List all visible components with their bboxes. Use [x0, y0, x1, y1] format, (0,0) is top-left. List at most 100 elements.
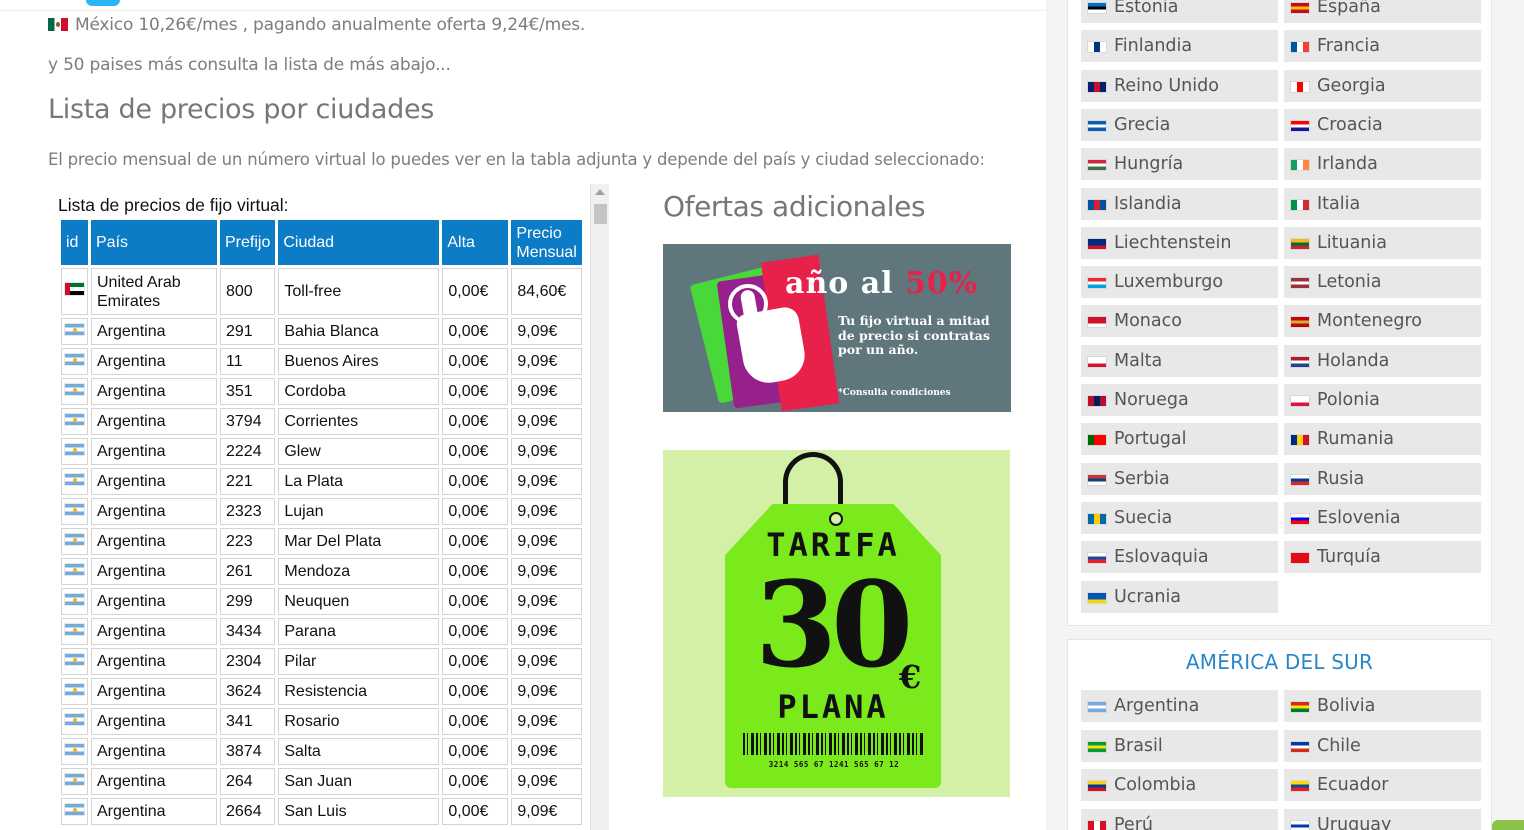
country-label: Perú: [1114, 814, 1153, 830]
country-label: Estonia: [1114, 0, 1179, 17]
country-link-ecuador[interactable]: Ecuador: [1284, 769, 1481, 801]
country-link-uruguay[interactable]: Uruguay: [1284, 808, 1481, 830]
country-link-monaco[interactable]: Monaco: [1081, 305, 1278, 338]
row-precio: 9,09€: [511, 768, 582, 795]
country-link-liechtenstein[interactable]: Liechtenstein: [1081, 226, 1278, 259]
monaco-flag-icon: [1087, 316, 1107, 329]
row-ciudad: Parana: [278, 618, 440, 645]
country-link-lithuania[interactable]: Lituania: [1284, 226, 1481, 259]
country-link-latvia[interactable]: Letonia: [1284, 266, 1481, 299]
barcode-digits: 3214 565 67 1241 565 67 12: [768, 760, 900, 769]
price-list-description: El precio mensual de un número virtual l…: [48, 150, 985, 169]
row-prefijo: 341: [220, 708, 276, 735]
chat-widget-tab[interactable]: [1492, 820, 1524, 830]
table-row: Argentina 2224 Glew 0,00€ 9,09€: [61, 438, 582, 465]
row-precio: 9,09€: [511, 318, 582, 345]
country-label: Letonia: [1317, 272, 1382, 293]
country-link-slovakia[interactable]: Eslovaquia: [1081, 541, 1278, 574]
price-table-iframe[interactable]: Lista de precios de fijo virtual: id Paí…: [48, 184, 611, 830]
row-pais: Argentina: [91, 588, 217, 615]
row-prefijo: 2664: [220, 798, 276, 825]
country-label: Italia: [1317, 193, 1361, 214]
row-prefijo: 221: [220, 468, 276, 495]
table-row: Argentina 3874 Salta 0,00€ 9,09€: [61, 738, 582, 765]
argentina-flag-icon: [64, 442, 85, 456]
row-flag-cell: [61, 498, 88, 525]
country-link-ireland[interactable]: Irlanda: [1284, 148, 1481, 181]
header-pais: País: [91, 220, 217, 265]
row-ciudad: Glew: [278, 438, 440, 465]
table-row: Argentina 3794 Corrientes 0,00€ 9,09€: [61, 408, 582, 435]
country-link-russia[interactable]: Rusia: [1284, 462, 1481, 495]
country-link-brazil[interactable]: Brasil: [1081, 729, 1278, 762]
ofertas-heading: Ofertas adicionales: [663, 190, 926, 223]
country-link-bolivia[interactable]: Bolivia: [1284, 690, 1481, 722]
country-link-peru[interactable]: Perú: [1081, 808, 1278, 830]
country-link-georgia[interactable]: Georgia: [1284, 69, 1481, 102]
row-flag-cell: [61, 468, 88, 495]
scroll-up-arrow-icon[interactable]: [595, 189, 605, 195]
country-link-colombia[interactable]: Colombia: [1081, 769, 1278, 801]
row-alta: 0,00€: [442, 558, 509, 585]
half-price-year-banner[interactable]: año al 50% Tu fijo virtual a mitad de pr…: [663, 244, 1011, 412]
country-link-serbia[interactable]: Serbia: [1081, 462, 1278, 495]
country-link-romania[interactable]: Rumania: [1284, 423, 1481, 456]
sweden-flag-icon: [1087, 512, 1107, 525]
row-pais: Argentina: [91, 318, 217, 345]
table-row: Argentina 299 Neuquen 0,00€ 9,09€: [61, 588, 582, 615]
argentina-flag-icon: [64, 322, 85, 336]
country-link-sweden[interactable]: Suecia: [1081, 501, 1278, 534]
row-pais: Argentina: [91, 618, 217, 645]
country-link-montenegro[interactable]: Montenegro: [1284, 305, 1481, 338]
row-ciudad: Lujan: [278, 498, 440, 525]
country-link-italy[interactable]: Italia: [1284, 187, 1481, 220]
row-ciudad: San Luis: [278, 798, 440, 825]
country-link-turkey[interactable]: Turquía: [1284, 541, 1481, 574]
argentina-flag-icon: [64, 412, 85, 426]
table-scrollbar[interactable]: [590, 184, 609, 830]
row-ciudad: Rosario: [278, 708, 440, 735]
country-link-uk[interactable]: Reino Unido: [1081, 69, 1278, 102]
country-link-estonia[interactable]: Estonia: [1081, 0, 1278, 23]
country-link-greece[interactable]: Grecia: [1081, 108, 1278, 141]
country-link-slovenia[interactable]: Eslovenia: [1284, 501, 1481, 534]
country-link-france[interactable]: Francia: [1284, 30, 1481, 63]
country-link-iceland[interactable]: Islandia: [1081, 187, 1278, 220]
country-link-luxembourg[interactable]: Luxemburgo: [1081, 266, 1278, 299]
row-alta: 0,00€: [442, 648, 509, 675]
country-link-chile[interactable]: Chile: [1284, 729, 1481, 762]
uae-flag-icon: [64, 282, 85, 296]
country-link-malta[interactable]: Malta: [1081, 344, 1278, 377]
row-prefijo: 3624: [220, 678, 276, 705]
row-alta: 0,00€: [442, 438, 509, 465]
country-link-poland[interactable]: Polonia: [1284, 384, 1481, 416]
scroll-thumb[interactable]: [594, 204, 607, 224]
country-link-ukraine[interactable]: Ucrania: [1081, 580, 1278, 613]
row-prefijo: 2323: [220, 498, 276, 525]
row-prefijo: 351: [220, 378, 276, 405]
country-label: Luxemburgo: [1114, 272, 1224, 293]
portugal-flag-icon: [1087, 434, 1107, 447]
country-label: Reino Unido: [1114, 75, 1219, 96]
country-label: Ucrania: [1114, 586, 1182, 607]
row-ciudad: Neuquen: [278, 588, 440, 615]
row-ciudad: Mar Del Plata: [278, 528, 440, 555]
row-precio: 9,09€: [511, 588, 582, 615]
country-label: Bolivia: [1317, 696, 1376, 716]
country-link-netherlands[interactable]: Holanda: [1284, 344, 1481, 377]
country-link-portugal[interactable]: Portugal: [1081, 423, 1278, 456]
uruguay-flag-icon: [1290, 819, 1310, 830]
row-alta: 0,00€: [442, 678, 509, 705]
flat-rate-banner[interactable]: TARIFA 30 € PLANA 3214 565 67 1241 565 6…: [663, 450, 1010, 797]
row-prefijo: 291: [220, 318, 276, 345]
country-link-finland[interactable]: Finlandia: [1081, 30, 1278, 63]
country-link-norway[interactable]: Noruega: [1081, 384, 1278, 416]
country-link-spain[interactable]: España: [1284, 0, 1481, 23]
country-link-argentina[interactable]: Argentina: [1081, 690, 1278, 722]
country-link-hungary[interactable]: Hungría: [1081, 148, 1278, 181]
row-precio: 84,60€: [511, 268, 582, 315]
south-america-heading: AMÉRICA DEL SUR: [1185, 650, 1374, 674]
country-label: Serbia: [1114, 468, 1170, 489]
country-link-croatia[interactable]: Croacia: [1284, 108, 1481, 141]
row-flag-cell: [61, 708, 88, 735]
